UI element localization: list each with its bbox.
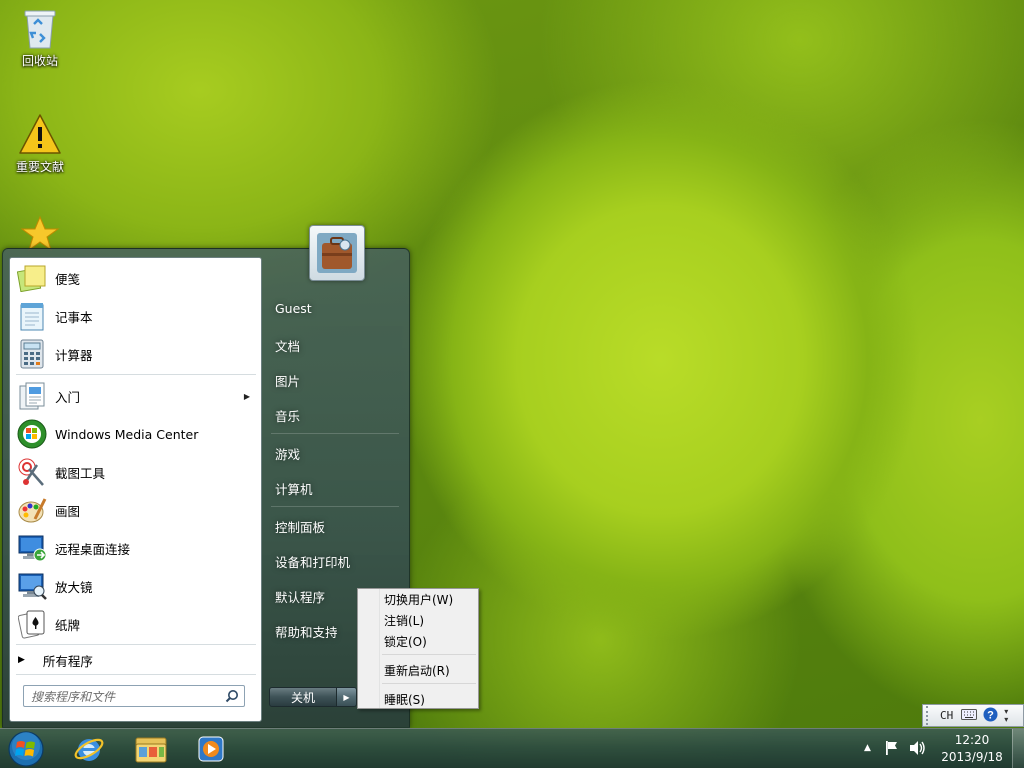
show-desktop-button[interactable] xyxy=(1012,729,1024,768)
right-item-default-programs[interactable]: 默认程序 xyxy=(275,587,325,606)
all-programs-button[interactable]: ▶ 所有程序 xyxy=(18,650,93,670)
program-label: 画图 xyxy=(55,503,81,519)
language-indicator[interactable]: CH xyxy=(940,709,953,722)
right-item-documents[interactable]: 文档 xyxy=(275,336,300,355)
volume-icon[interactable] xyxy=(908,740,926,759)
program-label: 便笺 xyxy=(55,271,81,287)
program-sticky-notes[interactable]: 便笺 xyxy=(13,260,258,296)
recycle-bin-icon xyxy=(18,6,62,50)
clock-time: 12:20 xyxy=(954,733,990,747)
desktop-icon-label: 回收站 xyxy=(21,54,58,68)
chevron-right-icon: ▶ xyxy=(343,692,350,702)
menu-item-sleep[interactable]: 睡眠(S) xyxy=(384,690,425,708)
calculator-icon xyxy=(16,338,48,370)
program-label: 计算器 xyxy=(55,347,93,363)
clock-date: 2013/9/18 xyxy=(941,750,1003,764)
taskbar-internet-explorer[interactable] xyxy=(62,731,116,767)
program-label: 纸牌 xyxy=(55,617,81,633)
taskbar-windows-explorer[interactable] xyxy=(124,731,178,767)
menu-item-restart[interactable]: 重新启动(R) xyxy=(384,661,450,679)
program-media-center[interactable]: Windows Media Center xyxy=(13,416,258,452)
right-item-pictures[interactable]: 图片 xyxy=(275,371,300,390)
taskbar: ▲ 12:20 2013/9/18 xyxy=(0,728,1024,768)
program-label: 入门 xyxy=(55,389,81,405)
program-label: 放大镜 xyxy=(55,579,93,595)
right-item-music[interactable]: 音乐 xyxy=(275,406,300,425)
pinned-separator xyxy=(16,374,256,375)
desktop-icon-label: 重要文献 xyxy=(15,160,64,174)
right-separator xyxy=(271,433,399,434)
help-icon[interactable]: ? xyxy=(983,707,998,725)
language-bar-grip[interactable] xyxy=(926,706,936,725)
menu-gutter xyxy=(358,589,380,708)
program-getting-started[interactable]: 入门 ▶ xyxy=(13,378,258,414)
desktop-icon-recycle-bin[interactable]: 回收站 xyxy=(2,6,78,69)
windows-explorer-icon xyxy=(135,737,167,763)
taskbar-clock[interactable]: 12:20 2013/9/18 xyxy=(930,732,1014,766)
program-notepad[interactable]: 记事本 xyxy=(13,298,258,334)
warning-icon xyxy=(18,112,62,156)
menu-item-switch-user[interactable]: 切换用户(W) xyxy=(384,590,453,608)
program-snipping-tool[interactable]: 截图工具 xyxy=(13,454,258,490)
paint-icon xyxy=(16,494,48,526)
all-programs-arrow-icon: ▶ xyxy=(18,655,25,665)
start-menu: 便笺 记事本 计算器 入门 ▶ Windows Media Center 截图工… xyxy=(2,225,410,728)
windows-logo-icon xyxy=(8,731,44,767)
desktop-icon-important-docs[interactable]: 重要文献 xyxy=(2,112,78,175)
keyboard-icon[interactable] xyxy=(961,708,978,723)
menu-item-lock[interactable]: 锁定(O) xyxy=(384,632,427,650)
right-separator xyxy=(271,506,399,507)
all-programs-separator xyxy=(16,644,256,645)
right-item-help-support[interactable]: 帮助和支持 xyxy=(275,622,338,641)
program-remote-desktop[interactable]: 远程桌面连接 xyxy=(13,530,258,566)
right-item-devices-printers[interactable]: 设备和打印机 xyxy=(275,552,350,571)
start-menu-programs-pane: 便笺 记事本 计算器 入门 ▶ Windows Media Center 截图工… xyxy=(9,257,262,722)
taskbar-media-player[interactable] xyxy=(184,731,238,767)
shutdown-button-group: 关机 ▶ xyxy=(269,687,357,707)
all-programs-label: 所有程序 xyxy=(42,653,93,669)
language-bar-options-icon[interactable]: ▾ ▾ xyxy=(1004,707,1008,724)
submenu-arrow-icon[interactable]: ▶ xyxy=(244,392,250,401)
program-label: 远程桌面连接 xyxy=(55,541,131,557)
start-button[interactable] xyxy=(6,730,46,768)
media-center-icon xyxy=(16,418,48,450)
menu-item-log-off[interactable]: 注销(L) xyxy=(384,611,424,629)
program-paint[interactable]: 画图 xyxy=(13,492,258,528)
right-item-computer[interactable]: 计算机 xyxy=(275,479,313,498)
program-label: 记事本 xyxy=(55,309,93,325)
search-icon[interactable] xyxy=(225,689,239,706)
power-options-menu: 切换用户(W) 注销(L) 锁定(O) 重新启动(R) 睡眠(S) xyxy=(357,588,479,709)
menu-separator xyxy=(382,683,476,684)
right-item-control-panel[interactable]: 控制面板 xyxy=(275,517,325,536)
show-hidden-icons-icon[interactable]: ▲ xyxy=(864,743,871,753)
right-item-guest[interactable]: Guest xyxy=(275,301,312,316)
getting-started-icon xyxy=(16,380,48,412)
remote-desktop-icon xyxy=(16,532,48,564)
sticky-notes-icon xyxy=(16,262,48,294)
search-input[interactable]: 搜索程序和文件 xyxy=(23,685,245,707)
action-center-flag-icon[interactable] xyxy=(884,740,900,759)
solitaire-icon xyxy=(16,608,48,640)
internet-explorer-icon xyxy=(74,738,104,761)
shutdown-button[interactable]: 关机 xyxy=(269,687,337,707)
search-placeholder: 搜索程序和文件 xyxy=(31,689,116,704)
media-player-icon xyxy=(198,736,224,762)
right-item-games[interactable]: 游戏 xyxy=(275,444,300,463)
program-solitaire[interactable]: 纸牌 xyxy=(13,606,258,642)
magnifier-icon xyxy=(16,570,48,602)
briefcase-icon xyxy=(317,233,357,273)
language-bar: CH ? ▾ ▾ xyxy=(922,704,1024,727)
program-magnifier[interactable]: 放大镜 xyxy=(13,568,258,604)
notepad-icon xyxy=(16,300,48,332)
user-picture[interactable] xyxy=(309,225,365,281)
shutdown-options-button[interactable]: ▶ xyxy=(337,687,357,707)
program-label: 截图工具 xyxy=(55,465,106,481)
svg-text:?: ? xyxy=(987,709,994,721)
program-label: Windows Media Center xyxy=(55,426,199,442)
menu-separator xyxy=(382,654,476,655)
search-separator xyxy=(16,674,256,675)
program-calculator[interactable]: 计算器 xyxy=(13,336,258,372)
snipping-tool-icon xyxy=(16,456,48,488)
